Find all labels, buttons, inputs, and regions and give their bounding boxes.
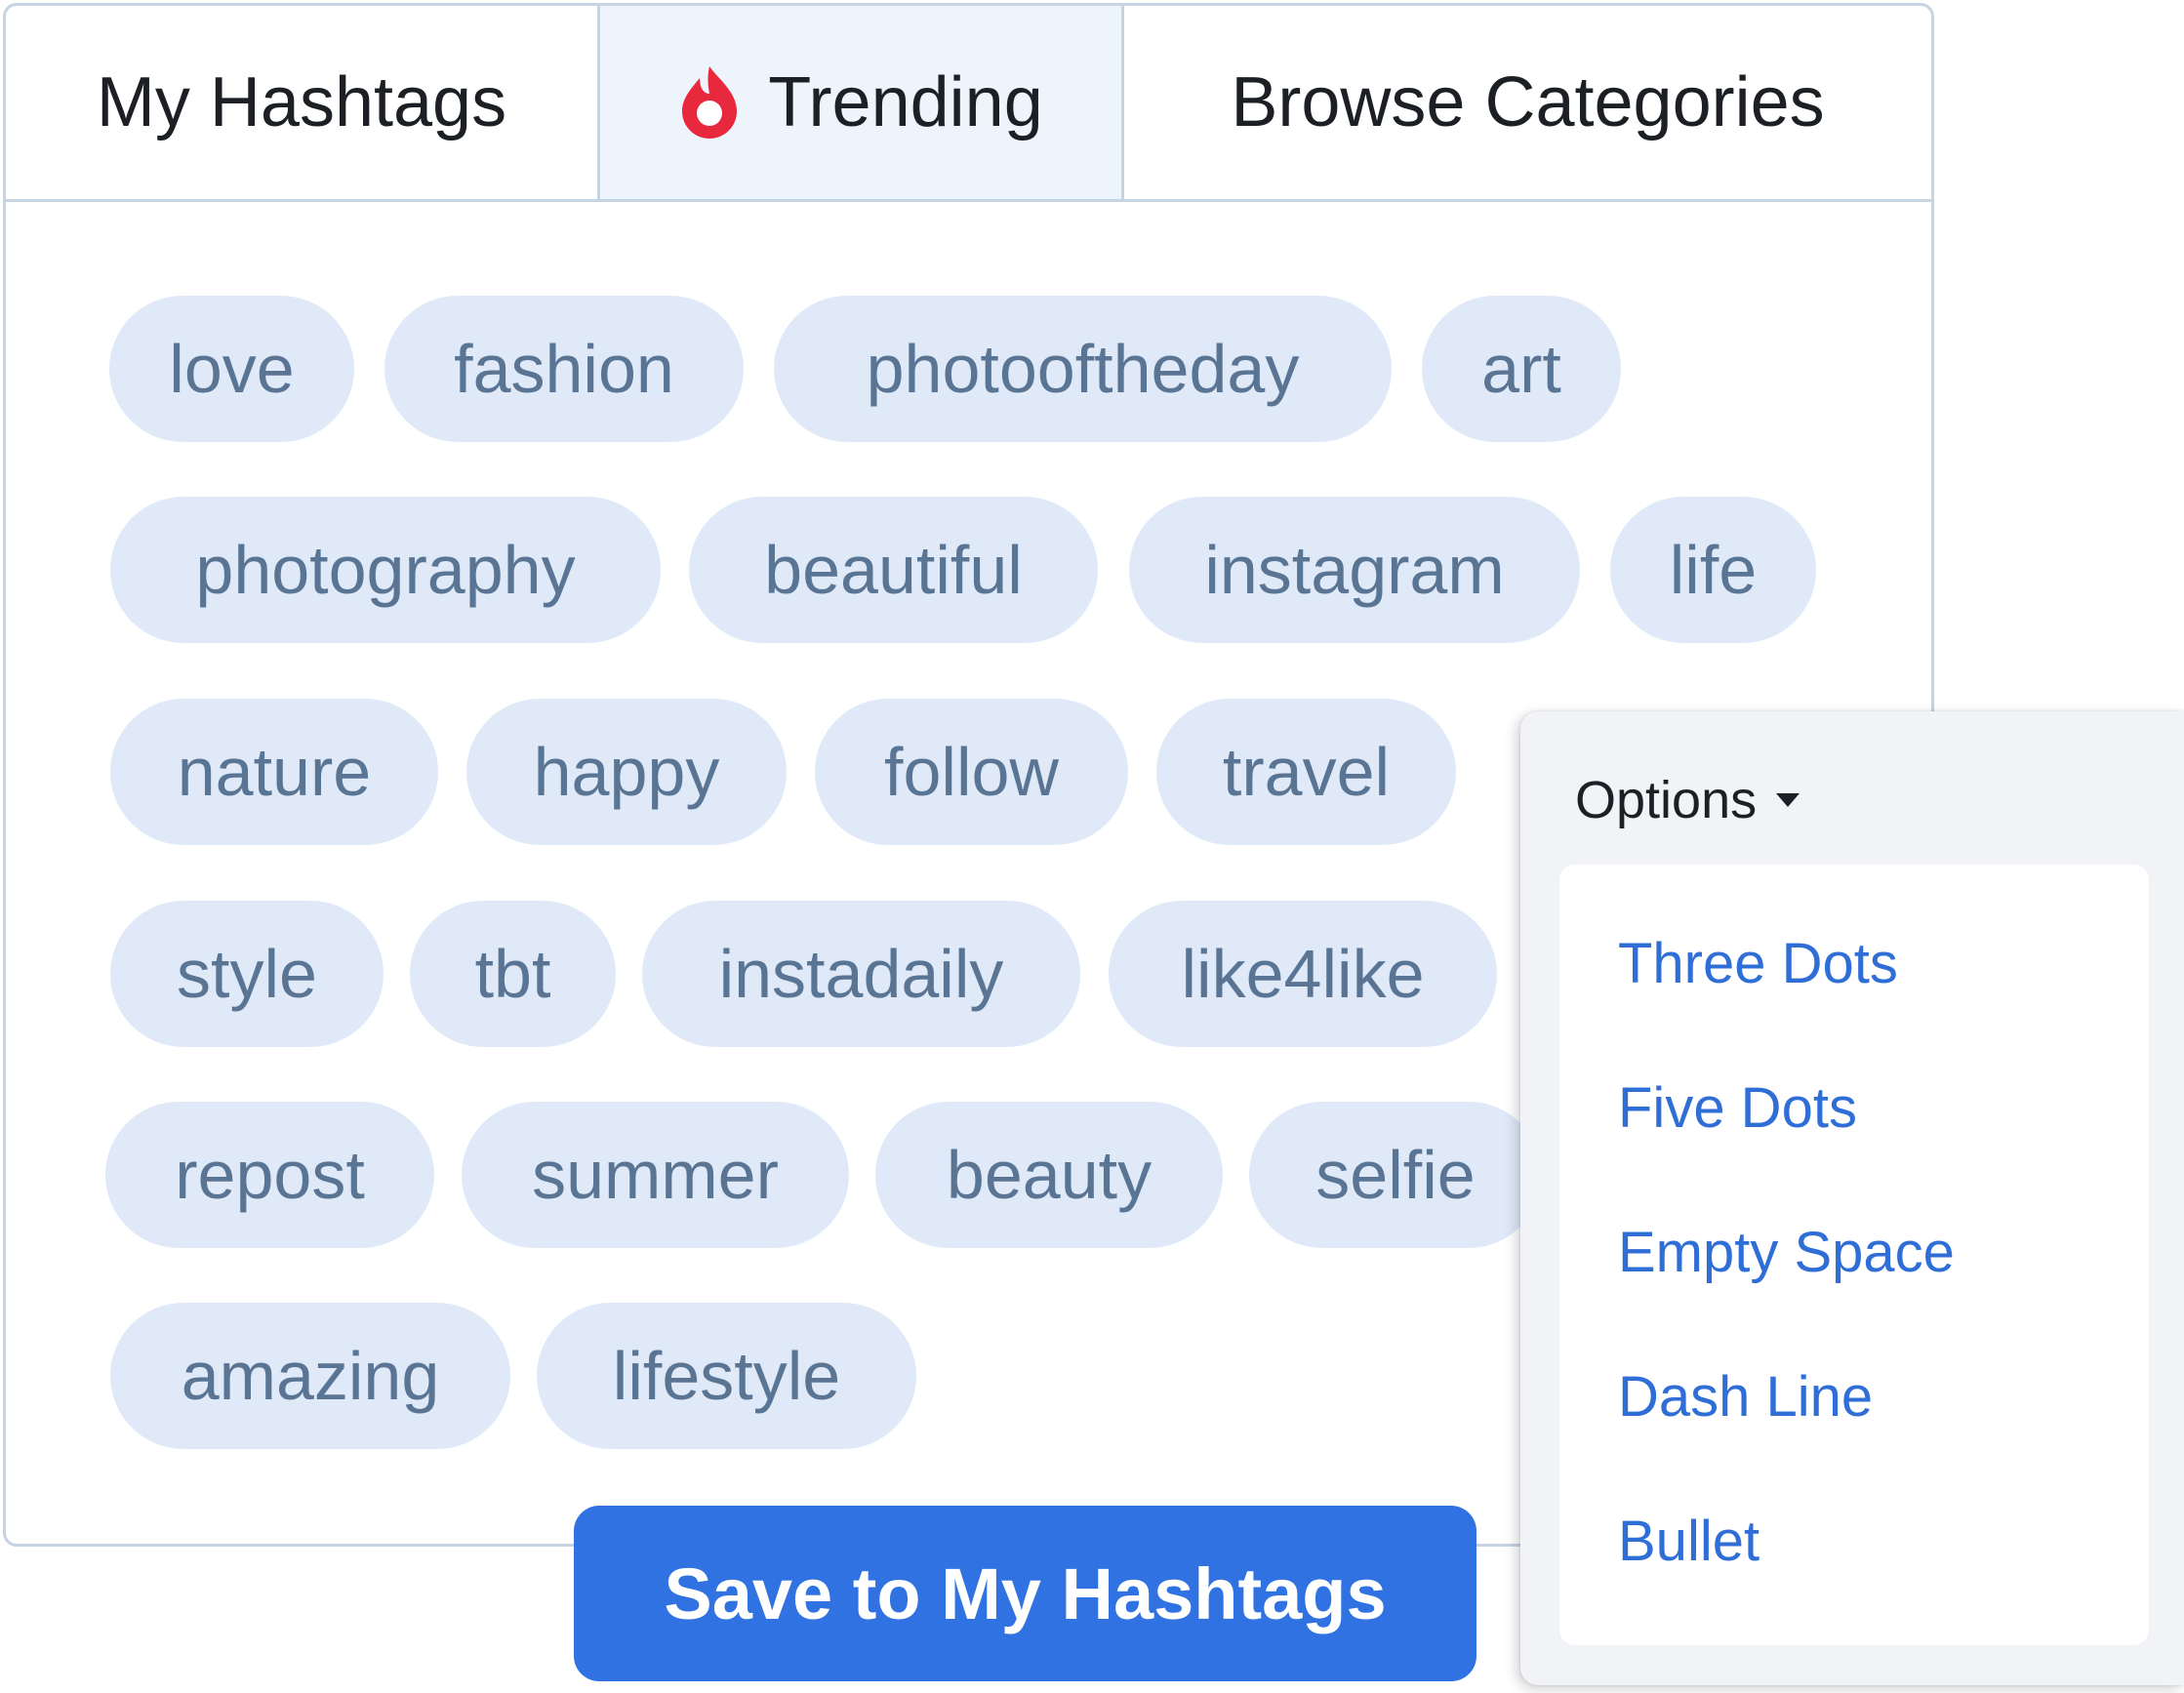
tab-browse-categories-label: Browse Categories <box>1231 63 1825 141</box>
tab-my-hashtags-label: My Hashtags <box>96 63 507 141</box>
hashtag-chip[interactable]: amazing <box>110 1303 510 1449</box>
hashtag-chip[interactable]: happy <box>466 699 787 845</box>
hashtag-chip[interactable]: follow <box>815 699 1128 845</box>
hashtag-chip[interactable]: selfie <box>1249 1102 1542 1248</box>
options-dropdown: Options Three Dots Five Dots Empty Space… <box>1520 711 2184 1685</box>
tab-bar: My Hashtags Trending Browse Categories <box>6 6 1931 202</box>
tab-my-hashtags[interactable]: My Hashtags <box>6 6 600 199</box>
hashtag-chip[interactable]: instadaily <box>642 901 1080 1047</box>
tab-trending-label: Trending <box>768 63 1043 141</box>
options-toggle[interactable]: Options <box>1575 770 1800 830</box>
flame-icon <box>682 66 738 139</box>
hashtag-chip[interactable]: instagram <box>1129 497 1580 643</box>
options-menu: Three Dots Five Dots Empty Space Dash Li… <box>1559 865 2149 1645</box>
hashtag-chip[interactable]: nature <box>110 699 438 845</box>
save-to-my-hashtags-button[interactable]: Save to My Hashtags <box>574 1506 1476 1681</box>
option-five-dots[interactable]: Five Dots <box>1618 1075 1857 1141</box>
hashtag-chip[interactable]: tbt <box>410 901 616 1047</box>
hashtag-chip[interactable]: beauty <box>875 1102 1223 1248</box>
hashtag-chip[interactable]: photooftheday <box>774 296 1392 442</box>
hashtag-chip[interactable]: summer <box>462 1102 849 1248</box>
hashtag-chip[interactable]: style <box>110 901 384 1047</box>
option-three-dots[interactable]: Three Dots <box>1618 931 1898 996</box>
hashtag-chip[interactable]: love <box>109 296 354 442</box>
options-label: Options <box>1575 771 1758 829</box>
hashtag-chip[interactable]: photography <box>110 497 661 643</box>
tab-browse-categories[interactable]: Browse Categories <box>1124 6 1931 199</box>
hashtag-chip[interactable]: beautiful <box>689 497 1098 643</box>
hashtag-chip[interactable]: lifestyle <box>537 1303 916 1449</box>
hashtag-chip[interactable]: like4like <box>1109 901 1497 1047</box>
option-empty-space[interactable]: Empty Space <box>1618 1220 1955 1285</box>
option-bullet[interactable]: Bullet <box>1618 1509 1759 1574</box>
option-dash-line[interactable]: Dash Line <box>1618 1364 1873 1430</box>
hashtag-chip[interactable]: repost <box>105 1102 434 1248</box>
hashtag-chip[interactable]: art <box>1422 296 1621 442</box>
caret-down-icon <box>1776 793 1800 807</box>
hashtag-chip[interactable]: fashion <box>384 296 744 442</box>
hashtag-chip[interactable]: life <box>1610 497 1816 643</box>
hashtag-chip[interactable]: travel <box>1156 699 1456 845</box>
tab-trending[interactable]: Trending <box>600 6 1124 199</box>
